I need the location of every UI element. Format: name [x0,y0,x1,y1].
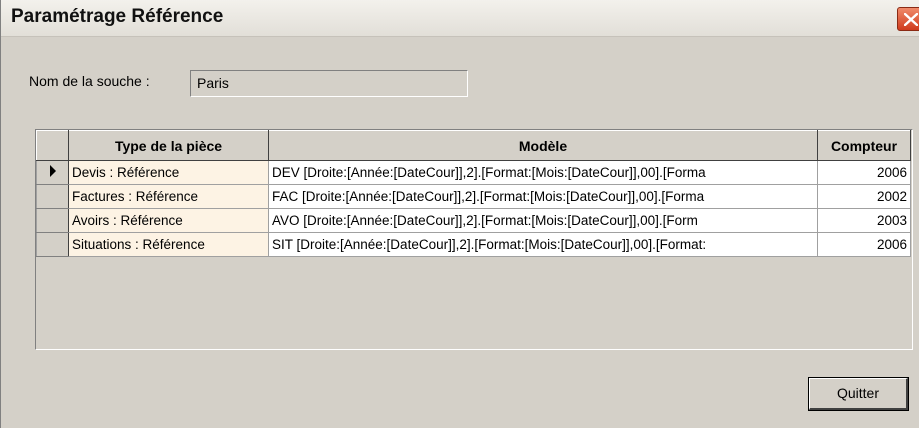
table-row[interactable]: Situations : Référence SIT [Droite:[Anné… [36,232,911,257]
cell-modele[interactable]: AVO [Droite:[Année:[DateCour]],2].[Forma… [268,208,818,233]
table-row[interactable]: Factures : Référence FAC [Droite:[Année:… [36,184,911,209]
row-selector[interactable] [36,208,69,233]
reference-table: Type de la pièce Modèle Compteur Devis :… [36,130,911,257]
row-selector-header[interactable] [36,130,69,161]
souche-name-field[interactable]: Paris [190,70,468,97]
row-selector[interactable] [36,184,69,209]
cell-compteur[interactable]: 2006 [817,232,911,257]
dialog-window: Paramétrage Référence Nom de la souche :… [0,0,919,428]
row-selector[interactable] [36,232,69,257]
close-button[interactable] [897,7,919,31]
quit-button[interactable]: Quitter [808,377,909,411]
cell-modele[interactable]: SIT [Droite:[Année:[DateCour]],2].[Forma… [268,232,818,257]
table-header-row: Type de la pièce Modèle Compteur [36,130,911,161]
title-bar[interactable]: Paramétrage Référence [1,0,919,37]
column-header-type[interactable]: Type de la pièce [68,130,269,161]
cell-type[interactable]: Factures : Référence [68,184,269,209]
dialog-title: Paramétrage Référence [11,6,224,27]
close-icon [904,13,918,26]
current-row-arrow-icon [49,165,56,177]
table-row[interactable]: Devis : Référence DEV [Droite:[Année:[Da… [36,160,911,185]
cell-modele[interactable]: FAC [Droite:[Année:[DateCour]],2].[Forma… [268,184,818,209]
cell-type[interactable]: Avoirs : Référence [68,208,269,233]
cell-type[interactable]: Devis : Référence [68,160,269,185]
column-header-modele[interactable]: Modèle [268,130,818,161]
souche-label: Nom de la souche : [29,73,150,89]
cell-type[interactable]: Situations : Référence [68,232,269,257]
cell-compteur[interactable]: 2006 [817,160,911,185]
reference-grid: Type de la pièce Modèle Compteur Devis :… [35,129,913,350]
cell-compteur[interactable]: 2002 [817,184,911,209]
cell-modele[interactable]: DEV [Droite:[Année:[DateCour]],2].[Forma… [268,160,818,185]
cell-compteur[interactable]: 2003 [817,208,911,233]
table-row[interactable]: Avoirs : Référence AVO [Droite:[Année:[D… [36,208,911,233]
row-selector[interactable] [36,160,69,185]
column-header-compteur[interactable]: Compteur [817,130,911,161]
